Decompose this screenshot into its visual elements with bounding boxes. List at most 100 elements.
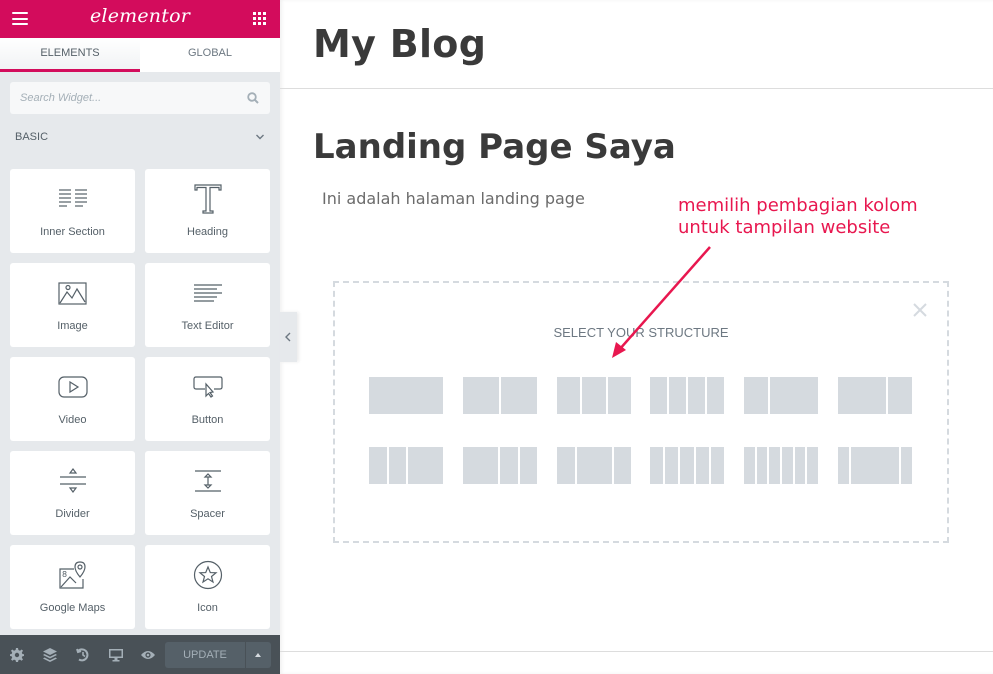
annotation-line-1: memilih pembagian kolom xyxy=(678,195,918,216)
structure-column xyxy=(582,377,606,414)
structure-column xyxy=(744,377,768,414)
page-text[interactable]: Ini adalah halaman landing page xyxy=(322,189,585,208)
structure-column xyxy=(650,377,667,414)
structure-preset[interactable] xyxy=(557,447,631,484)
search-input[interactable] xyxy=(10,82,270,114)
text-editor-icon xyxy=(193,284,222,302)
button-icon xyxy=(192,376,223,398)
widget-text-editor[interactable]: Text Editor xyxy=(145,263,270,347)
structure-preset[interactable] xyxy=(744,377,818,414)
structure-column xyxy=(851,447,899,484)
preview-canvas: My Blog Landing Page Saya Ini adalah hal… xyxy=(280,0,993,674)
collapse-panel-button[interactable] xyxy=(280,312,297,362)
svg-text:8: 8 xyxy=(62,570,67,579)
structure-column xyxy=(838,447,850,484)
responsive-icon[interactable] xyxy=(109,648,123,662)
structure-column xyxy=(665,447,679,484)
tab-global[interactable]: GLOBAL xyxy=(140,38,280,72)
widget-label: Icon xyxy=(197,602,218,614)
structure-column xyxy=(519,447,537,484)
structure-preset[interactable] xyxy=(650,377,724,414)
structure-column xyxy=(756,447,768,484)
widget-image[interactable]: Image xyxy=(10,263,135,347)
structure-preset[interactable] xyxy=(838,447,912,484)
structure-column xyxy=(807,447,818,484)
elementor-logo: elementor xyxy=(89,5,191,27)
structure-column xyxy=(501,377,537,414)
footer-divider xyxy=(280,651,993,652)
search-icon[interactable] xyxy=(247,92,259,104)
chevron-left-icon xyxy=(285,332,291,342)
structure-preset[interactable] xyxy=(463,447,537,484)
widget-spacer[interactable]: Spacer xyxy=(145,451,270,535)
widget-icon[interactable]: Icon xyxy=(145,545,270,629)
divider-icon xyxy=(59,468,86,493)
search-widget xyxy=(10,82,270,114)
preview-icon[interactable] xyxy=(141,648,155,662)
structure-column xyxy=(408,447,443,484)
header-divider xyxy=(280,88,993,89)
structure-preset[interactable] xyxy=(557,377,631,414)
widgets-grid-icon[interactable] xyxy=(253,12,266,25)
widget-label: Image xyxy=(57,320,88,332)
structure-column xyxy=(369,377,443,414)
update-options-button[interactable] xyxy=(246,642,271,668)
navigator-icon[interactable] xyxy=(43,648,57,662)
select-structure-panel: SELECT YOUR STRUCTURE xyxy=(333,281,949,543)
widget-inner-section[interactable]: Inner Section xyxy=(10,169,135,253)
structure-column xyxy=(576,447,612,484)
history-icon[interactable] xyxy=(76,648,90,662)
update-button[interactable]: UPDATE xyxy=(165,642,245,668)
structure-preset[interactable] xyxy=(650,447,724,484)
widget-label: Text Editor xyxy=(181,320,234,332)
chevron-down-icon xyxy=(256,134,264,140)
category-label: BASIC xyxy=(15,131,49,143)
widget-divider[interactable]: Divider xyxy=(10,451,135,535)
elementor-panel: elementor ELEMENTS GLOBAL BASIC Inner Se… xyxy=(0,0,280,674)
structure-column xyxy=(900,447,912,484)
structure-column xyxy=(744,447,755,484)
structure-preset[interactable] xyxy=(369,377,443,414)
widget-google-maps[interactable]: 8 Google Maps xyxy=(10,545,135,629)
structure-column xyxy=(369,447,387,484)
google-maps-icon: 8 xyxy=(58,561,86,589)
widget-video[interactable]: Video xyxy=(10,357,135,441)
annotation-text: memilih pembagian kolom untuk tampilan w… xyxy=(678,195,918,239)
panel-header: elementor xyxy=(0,0,280,38)
structure-column xyxy=(463,447,498,484)
annotation-line-2: untuk tampilan website xyxy=(678,217,891,238)
structure-column xyxy=(794,447,806,484)
structure-preset[interactable] xyxy=(369,447,443,484)
structure-title: SELECT YOUR STRUCTURE xyxy=(553,325,729,340)
structure-column xyxy=(669,377,686,414)
structure-column xyxy=(770,377,818,414)
structure-column xyxy=(607,377,631,414)
structure-column xyxy=(557,377,581,414)
structure-column xyxy=(688,377,705,414)
widget-label: Divider xyxy=(55,508,90,520)
panel-tabs: ELEMENTS GLOBAL xyxy=(0,38,280,72)
site-title[interactable]: My Blog xyxy=(313,22,486,66)
widget-label: Button xyxy=(191,414,224,426)
structure-column xyxy=(613,447,631,484)
spacer-icon xyxy=(194,470,221,492)
structure-column xyxy=(710,447,724,484)
widget-label: Heading xyxy=(187,226,228,238)
structure-preset[interactable] xyxy=(838,377,912,414)
widget-button[interactable]: Button xyxy=(145,357,270,441)
settings-icon[interactable] xyxy=(10,648,24,662)
tab-elements[interactable]: ELEMENTS xyxy=(0,38,140,72)
widget-heading[interactable]: Heading xyxy=(145,169,270,253)
structure-column xyxy=(769,447,780,484)
category-basic[interactable]: BASIC xyxy=(15,131,270,147)
structure-preset[interactable] xyxy=(463,377,537,414)
page-title[interactable]: Landing Page Saya xyxy=(313,127,676,167)
image-icon xyxy=(58,281,87,305)
structure-column xyxy=(680,447,694,484)
structure-column xyxy=(463,377,499,414)
inner-section-icon xyxy=(58,189,87,207)
structure-preset[interactable] xyxy=(744,447,818,484)
structure-column xyxy=(695,447,709,484)
close-icon[interactable] xyxy=(912,302,928,318)
structure-column xyxy=(557,447,575,484)
